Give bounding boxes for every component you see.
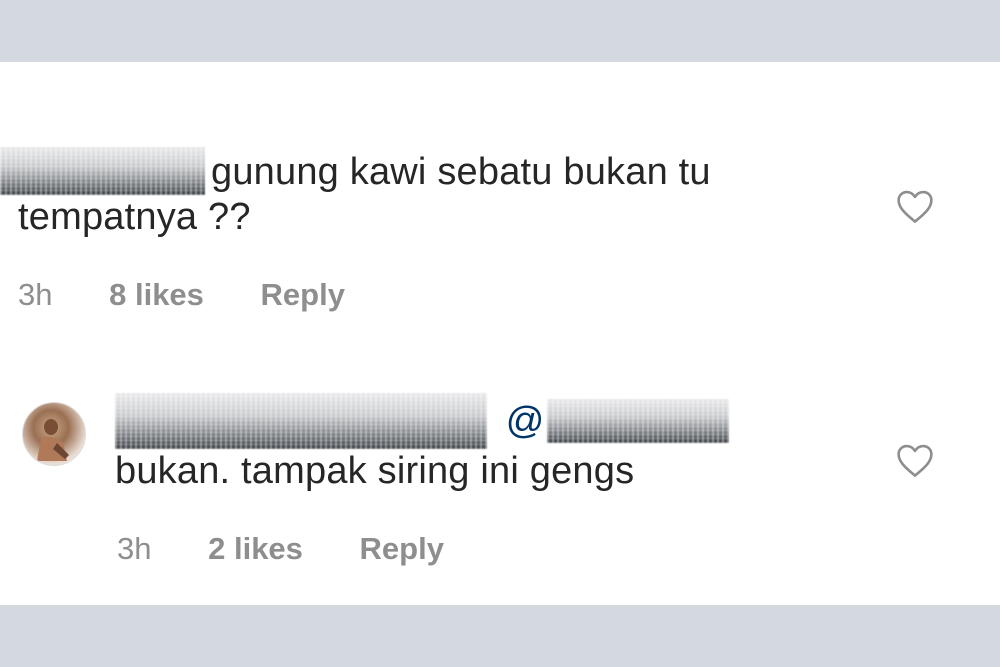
comment-2-text: bukan. tampak siring ini gengs [115, 450, 635, 492]
mention-at-symbol: @ [505, 400, 545, 442]
comment-1-reply-button[interactable]: Reply [261, 277, 345, 313]
comment-2-header: @ [115, 393, 875, 449]
comment-1-text-line2: tempatnya ?? [18, 195, 251, 238]
heart-outline-icon[interactable] [895, 188, 935, 224]
comment-1-body: gunung kawi sebatu bukan tu tempatnya ?? [0, 146, 900, 239]
redacted-username[interactable] [115, 393, 487, 449]
comment-1-likes[interactable]: 8 likes [109, 277, 204, 313]
redacted-username[interactable] [0, 146, 205, 195]
redacted-mention[interactable] [546, 399, 729, 443]
comment-2-timestamp: 3h [117, 531, 152, 566]
comment-2-likes[interactable]: 2 likes [208, 531, 303, 567]
bottom-band [0, 605, 1000, 667]
comment-2: @ bukan. tampak siring ini gengs [115, 393, 875, 493]
comment-1-meta: 3h 8 likes Reply [18, 277, 345, 313]
comment-2-reply-button[interactable]: Reply [360, 531, 444, 567]
comment-1: gunung kawi sebatu bukan tu tempatnya ?? [0, 146, 900, 239]
user-avatar[interactable] [22, 402, 86, 466]
comment-1-text-line1: gunung kawi sebatu bukan tu [211, 151, 711, 193]
avatar-photo-icon [37, 419, 69, 461]
heart-outline-icon[interactable] [895, 442, 935, 478]
comment-1-timestamp: 3h [18, 277, 53, 312]
comments-panel [0, 62, 1000, 605]
comment-2-meta: 3h 2 likes Reply [117, 531, 444, 567]
top-band [0, 0, 1000, 62]
